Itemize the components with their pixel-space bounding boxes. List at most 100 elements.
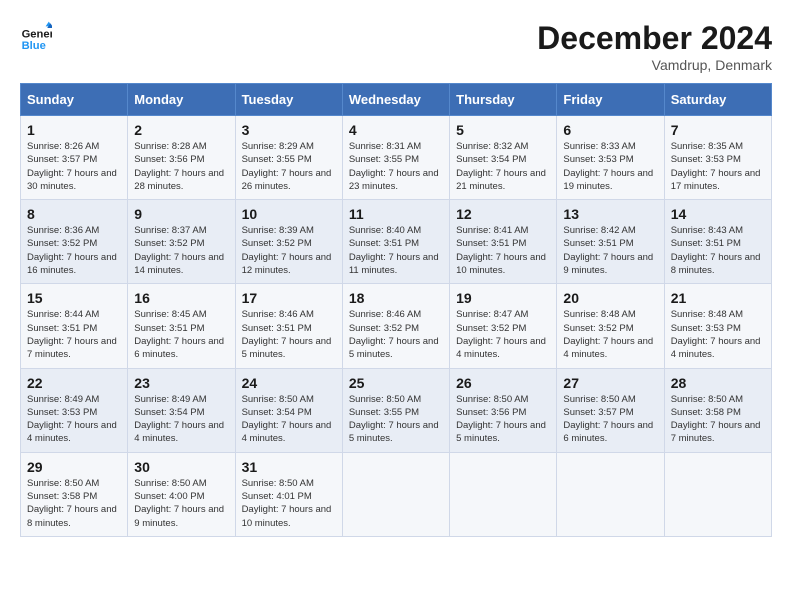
day-number: 8 [27,206,121,222]
calendar-day-cell: 4Sunrise: 8:31 AMSunset: 3:55 PMDaylight… [342,116,449,200]
calendar-day-cell: 31 Sunrise: 8:50 AMSunset: 4:01 PMDayligh… [235,452,342,536]
calendar-day-cell: 13Sunrise: 8:42 AMSunset: 3:51 PMDayligh… [557,200,664,284]
day-info: Sunrise: 8:45 AMSunset: 3:51 PMDaylight:… [134,308,228,361]
day-info: Sunrise: 8:50 AMSunset: 3:56 PMDaylight:… [456,393,550,446]
day-number: 6 [563,122,657,138]
day-number: 19 [456,290,550,306]
day-number: 3 [242,122,336,138]
day-number: 26 [456,375,550,391]
calendar-week-row: 29 Sunrise: 8:50 AMSunset: 3:58 PMDayligh… [21,452,772,536]
calendar-day-cell: 23Sunrise: 8:49 AMSunset: 3:54 PMDayligh… [128,368,235,452]
weekday-header: Wednesday [342,84,449,116]
day-number: 11 [349,206,443,222]
day-info: Sunrise: 8:50 AMSunset: 4:00 PMDaylight:… [134,477,228,530]
day-info: Sunrise: 8:44 AMSunset: 3:51 PMDaylight:… [27,308,121,361]
weekday-header: Friday [557,84,664,116]
location: Vamdrup, Denmark [537,57,772,73]
calendar-day-cell [664,452,771,536]
day-number: 4 [349,122,443,138]
day-number: 28 [671,375,765,391]
calendar-day-cell: 24 Sunrise: 8:50 AMSunset: 3:54 PMDayligh… [235,368,342,452]
page-header: General Blue December 2024 Vamdrup, Denm… [20,20,772,73]
calendar-day-cell [450,452,557,536]
day-number: 31 [242,459,336,475]
title-area: December 2024 Vamdrup, Denmark [537,20,772,73]
day-info: Sunrise: 8:47 AMSunset: 3:52 PMDaylight:… [456,308,550,361]
day-number: 23 [134,375,228,391]
calendar-day-cell: 8Sunrise: 8:36 AMSunset: 3:52 PMDaylight… [21,200,128,284]
calendar-day-cell: 26 Sunrise: 8:50 AMSunset: 3:56 PMDayligh… [450,368,557,452]
day-number: 9 [134,206,228,222]
calendar-day-cell: 12 Sunrise: 8:41 AMSunset: 3:51 PMDayligh… [450,200,557,284]
calendar-day-cell: 2Sunrise: 8:28 AMSunset: 3:56 PMDaylight… [128,116,235,200]
day-number: 12 [456,206,550,222]
day-info: Sunrise: 8:46 AMSunset: 3:51 PMDaylight:… [242,308,336,361]
calendar-day-cell: 6 Sunrise: 8:33 AMSunset: 3:53 PMDaylight… [557,116,664,200]
day-info: Sunrise: 8:39 AMSunset: 3:52 PMDaylight:… [242,224,336,277]
calendar-day-cell: 27 Sunrise: 8:50 AMSunset: 3:57 PMDayligh… [557,368,664,452]
calendar-day-cell: 30 Sunrise: 8:50 AMSunset: 4:00 PMDayligh… [128,452,235,536]
day-info: Sunrise: 8:50 AMSunset: 3:55 PMDaylight:… [349,393,443,446]
day-info: Sunrise: 8:29 AMSunset: 3:55 PMDaylight:… [242,140,336,193]
month-title: December 2024 [537,20,772,57]
day-info: Sunrise: 8:35 AMSunset: 3:53 PMDaylight:… [671,140,765,193]
day-info: Sunrise: 8:48 AMSunset: 3:53 PMDaylight:… [671,308,765,361]
day-info: Sunrise: 8:26 AMSunset: 3:57 PMDaylight:… [27,140,121,193]
day-number: 15 [27,290,121,306]
logo: General Blue [20,20,52,52]
weekday-header-row: SundayMondayTuesdayWednesdayThursdayFrid… [21,84,772,116]
calendar-day-cell: 29 Sunrise: 8:50 AMSunset: 3:58 PMDayligh… [21,452,128,536]
day-number: 10 [242,206,336,222]
calendar-day-cell: 17Sunrise: 8:46 AMSunset: 3:51 PMDayligh… [235,284,342,368]
day-number: 24 [242,375,336,391]
day-info: Sunrise: 8:50 AMSunset: 3:58 PMDaylight:… [27,477,121,530]
day-number: 22 [27,375,121,391]
svg-text:Blue: Blue [22,40,46,52]
calendar-week-row: 8Sunrise: 8:36 AMSunset: 3:52 PMDaylight… [21,200,772,284]
day-info: Sunrise: 8:46 AMSunset: 3:52 PMDaylight:… [349,308,443,361]
day-number: 2 [134,122,228,138]
day-number: 16 [134,290,228,306]
calendar-day-cell: 21Sunrise: 8:48 AMSunset: 3:53 PMDayligh… [664,284,771,368]
calendar-day-cell: 28Sunrise: 8:50 AMSunset: 3:58 PMDayligh… [664,368,771,452]
day-number: 27 [563,375,657,391]
calendar-day-cell: 9 Sunrise: 8:37 AMSunset: 3:52 PMDaylight… [128,200,235,284]
weekday-header: Saturday [664,84,771,116]
logo-icon: General Blue [20,20,52,52]
calendar-day-cell: 11 Sunrise: 8:40 AMSunset: 3:51 PMDayligh… [342,200,449,284]
day-info: Sunrise: 8:37 AMSunset: 3:52 PMDaylight:… [134,224,228,277]
calendar-day-cell: 10 Sunrise: 8:39 AMSunset: 3:52 PMDayligh… [235,200,342,284]
day-number: 13 [563,206,657,222]
day-number: 29 [27,459,121,475]
calendar-day-cell: 15 Sunrise: 8:44 AMSunset: 3:51 PMDayligh… [21,284,128,368]
day-number: 25 [349,375,443,391]
calendar-day-cell: 18 Sunrise: 8:46 AMSunset: 3:52 PMDayligh… [342,284,449,368]
calendar-day-cell: 3 Sunrise: 8:29 AMSunset: 3:55 PMDaylight… [235,116,342,200]
calendar-day-cell: 5Sunrise: 8:32 AMSunset: 3:54 PMDaylight… [450,116,557,200]
day-info: Sunrise: 8:40 AMSunset: 3:51 PMDaylight:… [349,224,443,277]
day-number: 20 [563,290,657,306]
svg-text:General: General [22,29,52,41]
calendar-day-cell: 22Sunrise: 8:49 AMSunset: 3:53 PMDayligh… [21,368,128,452]
calendar-day-cell: 1Sunrise: 8:26 AMSunset: 3:57 PMDaylight… [21,116,128,200]
weekday-header: Monday [128,84,235,116]
day-number: 7 [671,122,765,138]
calendar-day-cell: 14 Sunrise: 8:43 AMSunset: 3:51 PMDayligh… [664,200,771,284]
day-info: Sunrise: 8:48 AMSunset: 3:52 PMDaylight:… [563,308,657,361]
day-number: 18 [349,290,443,306]
calendar-table: SundayMondayTuesdayWednesdayThursdayFrid… [20,83,772,537]
calendar-week-row: 15 Sunrise: 8:44 AMSunset: 3:51 PMDayligh… [21,284,772,368]
day-number: 30 [134,459,228,475]
day-info: Sunrise: 8:50 AMSunset: 3:54 PMDaylight:… [242,393,336,446]
day-info: Sunrise: 8:50 AMSunset: 4:01 PMDaylight:… [242,477,336,530]
day-info: Sunrise: 8:43 AMSunset: 3:51 PMDaylight:… [671,224,765,277]
day-info: Sunrise: 8:33 AMSunset: 3:53 PMDaylight:… [563,140,657,193]
day-number: 14 [671,206,765,222]
weekday-header: Thursday [450,84,557,116]
calendar-day-cell [557,452,664,536]
day-info: Sunrise: 8:41 AMSunset: 3:51 PMDaylight:… [456,224,550,277]
calendar-day-cell: 7 Sunrise: 8:35 AMSunset: 3:53 PMDaylight… [664,116,771,200]
calendar-day-cell [342,452,449,536]
day-info: Sunrise: 8:50 AMSunset: 3:57 PMDaylight:… [563,393,657,446]
calendar-day-cell: 19 Sunrise: 8:47 AMSunset: 3:52 PMDayligh… [450,284,557,368]
